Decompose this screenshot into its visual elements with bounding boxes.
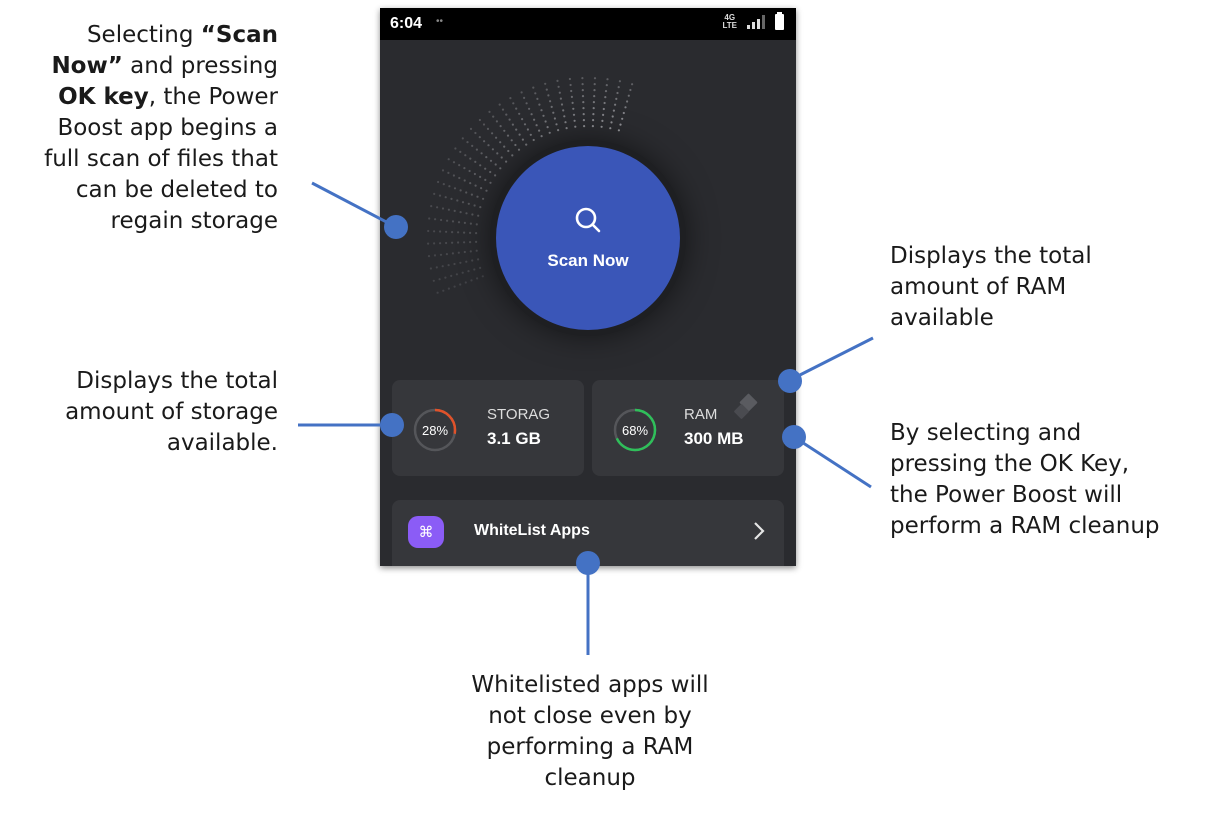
chevron-right-icon <box>754 522 765 540</box>
search-icon <box>575 207 601 233</box>
ram-card[interactable]: 68% RAM 300 MB <box>592 380 784 476</box>
signal-icon <box>747 15 765 29</box>
battery-icon <box>775 12 784 30</box>
network-type-icon: 4G LTE <box>722 13 737 30</box>
storage-value: 3.1 GB <box>487 429 541 448</box>
command-icon: ⌘ <box>408 516 444 548</box>
whitelist-apps-row[interactable]: ⌘ WhiteList Apps <box>392 500 784 566</box>
status-bar: 6:04 •• 4G LTE <box>380 8 796 40</box>
notification-indicator: •• <box>436 16 444 27</box>
callout-ram-cleanup: By selecting and pressing the OK Key, th… <box>890 420 1160 539</box>
callout-ram-total: Displays the total amount of RAM availab… <box>890 243 1092 331</box>
ram-value: 300 MB <box>684 429 744 448</box>
whitelist-apps-label: WhiteList Apps <box>474 522 590 539</box>
status-time: 6:04 <box>390 15 423 32</box>
phone-screen: 6:04 •• 4G LTE Scan Now 28% STORAG 3.1 G… <box>380 8 796 566</box>
callout-storage: Displays the total amount of storage ava… <box>65 368 278 456</box>
pointer-line-ram-total <box>789 336 874 382</box>
scan-now-button[interactable]: Scan Now <box>496 146 680 330</box>
ram-percent: 68% <box>621 422 649 438</box>
callout-whitelist: Whitelisted apps will not close even by … <box>471 672 709 791</box>
storage-card[interactable]: 28% STORAG 3.1 GB <box>392 380 584 476</box>
scan-now-label: Scan Now <box>547 251 629 270</box>
ram-title: RAM <box>684 406 718 423</box>
storage-percent: 28% <box>421 422 449 438</box>
pointer-line-ram-cleanup <box>793 435 872 489</box>
storage-title: STORAG <box>487 406 551 423</box>
eraser-icon <box>734 393 758 419</box>
callout-scan-now: Selecting “Scan Now” and pressing OK key… <box>44 22 278 234</box>
